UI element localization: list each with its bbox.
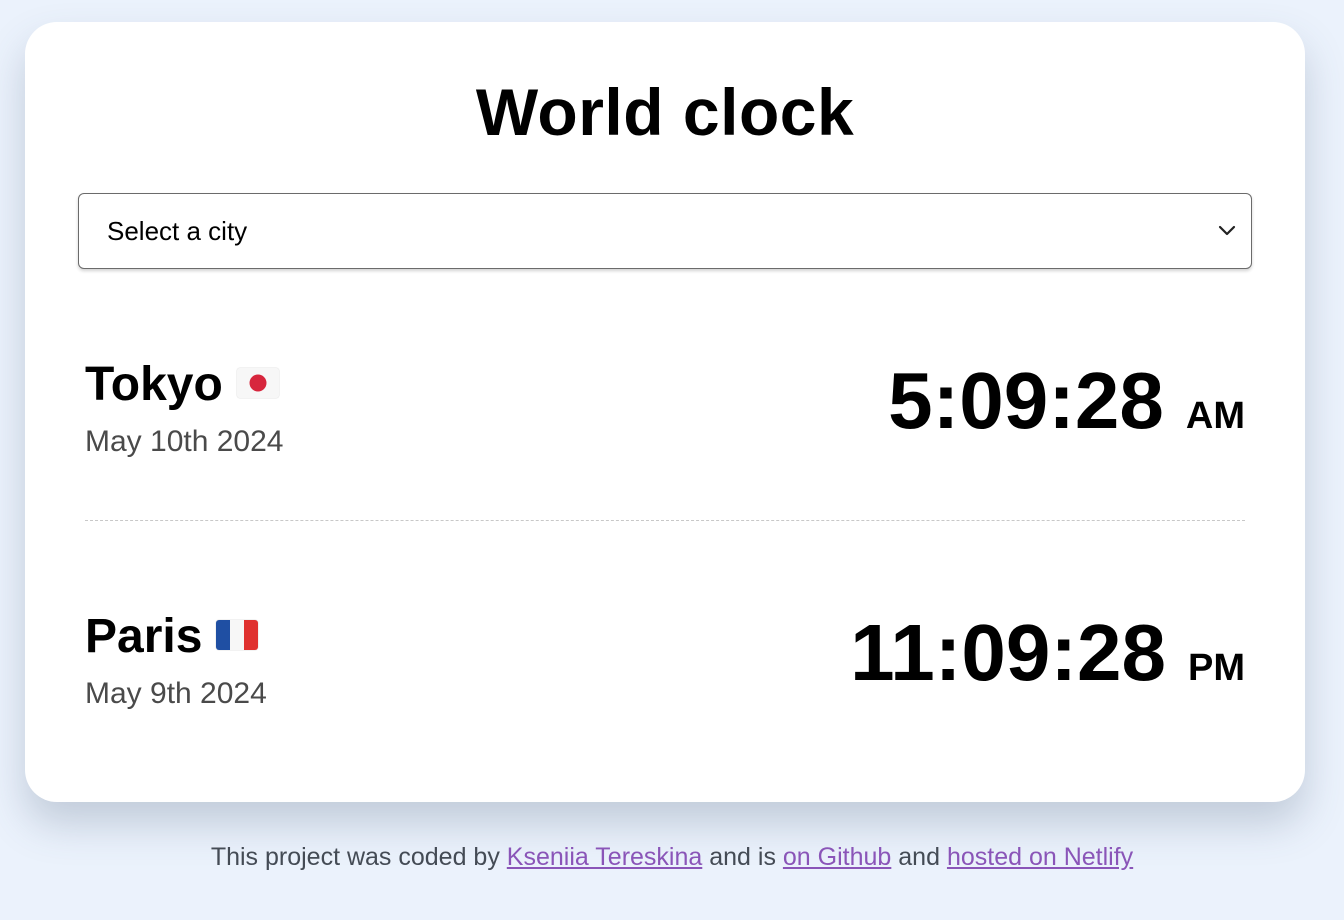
github-link[interactable]: on Github: [783, 843, 891, 871]
chevron-down-icon: [1218, 225, 1236, 236]
city-date-paris: May 9th 2024: [85, 677, 267, 710]
time-digits: 5:09:28: [888, 356, 1164, 445]
time-ampm: PM: [1188, 647, 1245, 689]
time-ampm: AM: [1185, 395, 1245, 437]
world-clock-card: World clock Select a city Tokyo May 10th…: [25, 22, 1305, 802]
city-name-label: Tokyo: [85, 358, 223, 411]
city-name-label: Paris: [85, 610, 203, 663]
footer-text: This project was coded by: [210, 843, 500, 871]
city-select[interactable]: Select a city: [78, 193, 1252, 269]
france-flag-icon: [216, 620, 259, 651]
city-date-tokyo: May 10th 2024: [85, 425, 284, 458]
footer-text: and is: [709, 843, 776, 871]
city-name-paris: Paris: [85, 609, 259, 664]
footer: This project was coded by Kseniia Teresk…: [0, 843, 1344, 872]
page-title: World clock: [475, 75, 855, 149]
city-time-paris: 11:09:28 PM: [850, 607, 1245, 699]
author-link[interactable]: Kseniia Tereskina: [507, 843, 702, 871]
city-row-tokyo: Tokyo May 10th 2024 5:09:28 AM: [85, 355, 1245, 477]
time-digits: 11:09:28: [850, 608, 1166, 697]
city-row-paris: Paris May 9th 2024 11:09:28 PM: [85, 607, 1245, 729]
netlify-link[interactable]: hosted on Netlify: [947, 843, 1133, 871]
city-time-tokyo: 5:09:28 AM: [888, 355, 1245, 447]
city-select-value: Select a city: [107, 216, 248, 246]
city-name-tokyo: Tokyo: [85, 357, 279, 412]
city-divider: [85, 520, 1245, 521]
footer-text: and: [898, 843, 940, 871]
japan-flag-icon: [236, 368, 279, 399]
